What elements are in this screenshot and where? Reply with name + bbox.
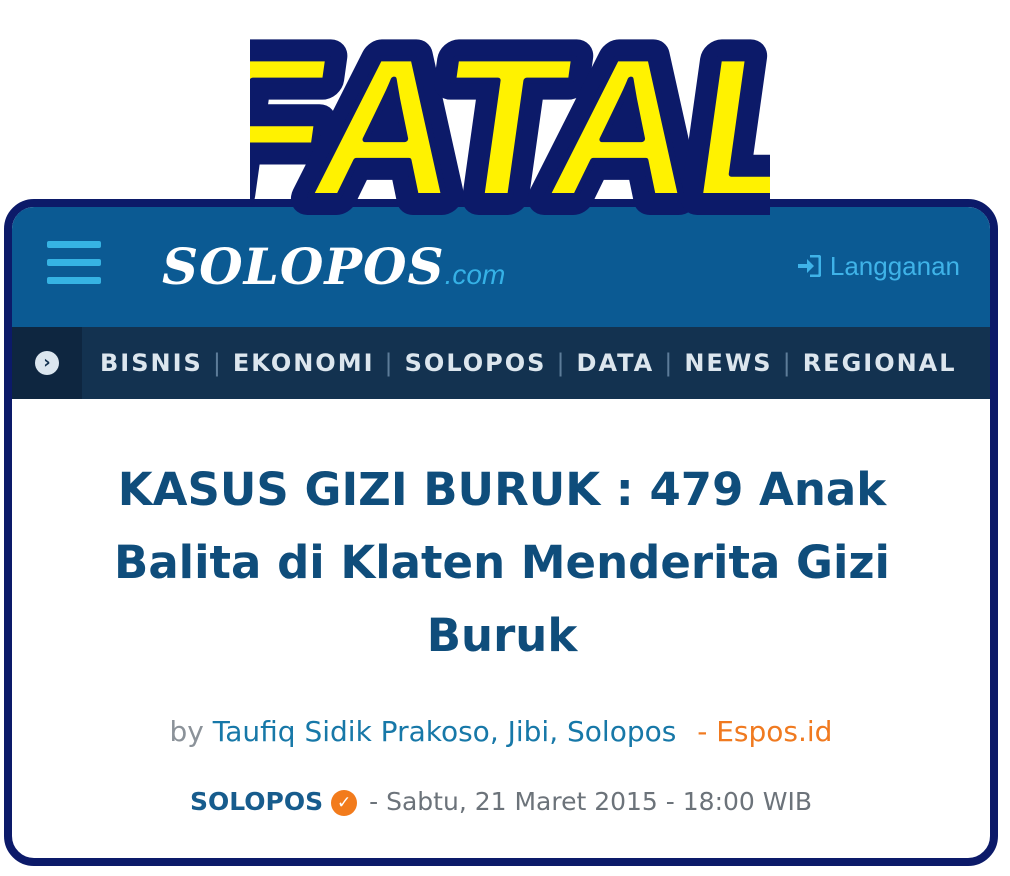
hamburger-icon[interactable] xyxy=(47,241,101,285)
article-card: SOLOPOS.com Langganan › BISNIS | EKONOMI… xyxy=(4,199,998,866)
publish-date: - Sabtu, 21 Maret 2015 - 18:00 WIB xyxy=(369,787,812,816)
nav-item-ekonomi[interactable]: EKONOMI xyxy=(233,349,375,377)
author-link[interactable]: Taufiq Sidik Prakoso, Jibi, Solopos xyxy=(213,715,677,748)
login-icon xyxy=(797,253,823,284)
fatal-banner-text: FATAL xyxy=(250,15,770,236)
category-nav: › BISNIS | EKONOMI | SOLOPOS | DATA | NE… xyxy=(12,327,990,399)
nav-item-regional[interactable]: REGIONAL xyxy=(803,349,957,377)
nav-divider: | xyxy=(212,349,223,377)
article-title: KASUS GIZI BURUK : 479 Anak Balita di Kl… xyxy=(114,463,890,662)
nav-item-solopos[interactable]: SOLOPOS xyxy=(405,349,547,377)
logo-text: SOLOPOS xyxy=(162,237,445,296)
subscribe-label: Langganan xyxy=(829,251,960,281)
nav-divider: | xyxy=(384,349,395,377)
nav-items: BISNIS | EKONOMI | SOLOPOS | DATA | NEWS… xyxy=(100,327,957,399)
arrow-right-circle-icon: › xyxy=(35,351,59,375)
byline-by: by xyxy=(169,715,204,748)
subscribe-link[interactable]: Langganan xyxy=(797,251,960,284)
site-logo[interactable]: SOLOPOS.com xyxy=(162,237,505,297)
nav-scroll-button[interactable]: › xyxy=(12,327,82,399)
source-link[interactable]: Espos.id xyxy=(716,715,832,748)
nav-item-news[interactable]: NEWS xyxy=(684,349,772,377)
nav-divider: | xyxy=(782,349,793,377)
publisher-name[interactable]: SOLOPOS xyxy=(190,787,323,816)
byline-dash: - xyxy=(697,715,708,748)
nav-divider: | xyxy=(664,349,675,377)
logo-suffix: .com xyxy=(444,259,506,290)
nav-divider: | xyxy=(556,349,567,377)
nav-item-bisnis[interactable]: BISNIS xyxy=(100,349,203,377)
article-meta: SOLOPOS ✓ - Sabtu, 21 Maret 2015 - 18:00 W… xyxy=(12,787,990,816)
fatal-banner: FATAL FATAL xyxy=(250,6,770,236)
verified-check-icon: ✓ xyxy=(331,790,358,816)
byline: by Taufiq Sidik Prakoso, Jibi, Solopos -… xyxy=(12,715,990,748)
nav-item-data[interactable]: DATA xyxy=(577,349,655,377)
